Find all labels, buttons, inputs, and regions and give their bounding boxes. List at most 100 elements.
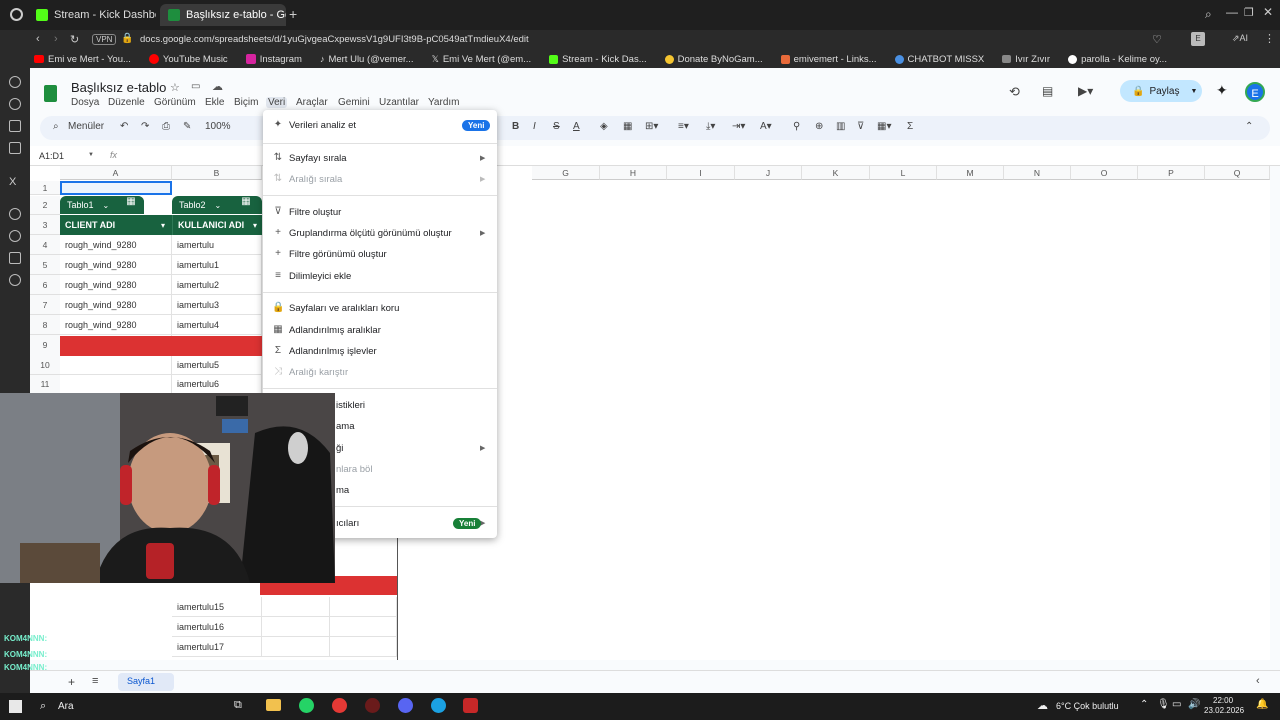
row-header[interactable]: 9 [30,335,60,356]
fill-color-icon[interactable]: ◈ [600,121,608,132]
sidebar-history-icon[interactable] [9,98,21,110]
vpn-badge[interactable]: VPN [92,34,117,45]
insert-comment-icon[interactable]: ⊕ [815,121,823,132]
menu-yardim[interactable]: Yardım [428,97,460,108]
merge-cells-icon[interactable]: ⊞▾ [645,121,658,132]
row-header[interactable]: 11 [30,375,60,394]
column-header-p[interactable]: P [1138,166,1205,180]
functions-icon[interactable]: Σ [907,121,913,132]
sidebar-notes-icon[interactable] [9,142,21,154]
row-header[interactable]: 2 [30,196,60,215]
bookmark-item[interactable]: parolla - Kelime oy... [1068,54,1167,65]
horizontal-align-icon[interactable]: ≡▾ [678,121,689,132]
row-header[interactable]: 10 [30,355,60,375]
menu-uzantilar[interactable]: Uzantılar [379,97,419,108]
redo-icon[interactable]: ↷ [141,121,149,132]
sidebar-messenger-icon[interactable] [9,76,21,88]
gemini-sparkle-icon[interactable]: ✦ [1216,82,1228,99]
print-icon[interactable]: ⎙ [162,121,170,132]
menu-dosya[interactable]: Dosya [71,97,99,108]
volume-icon[interactable]: 🔊 [1188,699,1200,710]
search-icon[interactable]: ⌕ [40,700,46,713]
cell-c[interactable] [262,597,330,617]
cell-c[interactable] [262,637,330,657]
filter-views-icon[interactable]: ▦▾ [877,121,891,132]
bookmark-item[interactable]: YouTube Music [148,54,228,65]
menu-duzenle[interactable]: Düzenle [108,97,145,108]
minimize-button[interactable]: — [1226,5,1238,19]
search-tabs-icon[interactable]: ⌕ [1205,7,1212,22]
taskbar-search-box[interactable]: Ara [58,701,74,712]
cell-c[interactable] [262,617,330,637]
browser-logo-icon[interactable] [10,8,23,21]
history-icon[interactable]: ⟲ [1009,84,1020,100]
strikethrough-icon[interactable]: S [553,121,560,132]
sidebar-clock-icon[interactable] [9,230,21,242]
menu-bicim[interactable]: Biçim [234,97,258,108]
selected-range[interactable] [60,181,172,195]
text-wrap-icon[interactable]: ⇥▾ [732,121,745,132]
search-icon[interactable]: ⌕ [53,121,59,132]
paint-format-icon[interactable]: ✎ [183,121,191,132]
cell-a[interactable] [60,355,172,375]
cell-b[interactable]: iamertulu [172,235,262,255]
vertical-align-icon[interactable]: ⤓▾ [706,121,715,132]
table1-menu-icon[interactable]: ▦ [118,196,144,214]
column-header-l[interactable]: L [870,166,937,180]
column-header-j[interactable]: J [735,166,802,180]
forward-icon[interactable]: › [54,33,58,45]
task-view-icon[interactable]: ⧉ [234,699,242,712]
bookmark-item[interactable]: Ivır Zıvır [1002,54,1050,65]
highlighted-row-9[interactable] [60,336,262,356]
table2-menu-icon[interactable]: ▦ [232,196,260,214]
sidebar-app-icon[interactable] [9,208,21,220]
maximize-button[interactable]: ❐ [1244,6,1254,19]
cell-d[interactable] [330,637,397,657]
avatar[interactable]: E [1245,82,1265,102]
cell-b[interactable]: iamertulu2 [172,275,262,295]
row-header[interactable]: 5 [30,255,60,275]
bookmark-item[interactable]: Instagram [245,54,302,65]
new-tab-button[interactable]: + [289,6,297,22]
sidebar-x-icon[interactable]: X [9,176,21,188]
column-header-g[interactable]: G [532,166,600,180]
browser-menu-icon[interactable]: ⋮ [1264,32,1275,45]
cell-a[interactable]: rough_wind_9280 [60,275,172,295]
cell-b[interactable]: iamertulu4 [172,315,262,335]
row-header[interactable]: 1 [30,181,60,195]
row-header[interactable]: 4 [30,235,60,255]
meet-icon[interactable]: ▶▾ [1078,84,1093,98]
sidebar-settings-icon[interactable] [9,274,21,286]
chevron-down-icon[interactable]: ▼ [88,152,94,158]
whatsapp-icon[interactable] [299,698,314,713]
star-icon[interactable]: ☆ [170,81,180,94]
app-icon[interactable] [332,698,347,713]
weather-icon[interactable]: ☁ [1037,699,1048,712]
sheets-logo-icon[interactable] [44,85,57,102]
explore-icon[interactable]: ‹ [1256,675,1260,687]
comments-icon[interactable]: ▤ [1042,84,1053,98]
cell-a[interactable]: rough_wind_9280 [60,315,172,335]
row-header[interactable]: 7 [30,295,60,315]
cell-d[interactable] [330,597,397,617]
text-rotation-icon[interactable]: A▾ [760,121,772,132]
bookmark-item[interactable]: Donate ByNoGam... [664,54,763,65]
document-title[interactable]: Başlıksız e-tablo [71,80,166,95]
insert-chart-icon[interactable]: ▥ [836,121,845,132]
column-header-i[interactable]: I [667,166,735,180]
row-header[interactable]: 6 [30,275,60,295]
cell-a[interactable]: rough_wind_9280 [60,255,172,275]
name-box[interactable]: A1:D1 [39,151,64,161]
cell-a[interactable] [60,375,172,394]
profile-icon[interactable]: E [1191,32,1205,46]
menu-gorunum[interactable]: Görünüm [154,97,196,108]
weather-text[interactable]: 6°C Çok bulutlu [1056,701,1119,711]
column-header-k[interactable]: K [802,166,870,180]
sidebar-plugin-icon[interactable] [9,252,21,264]
table2-column-header[interactable]: KULLANICI ADI ▾ [172,215,262,235]
bookmark-item[interactable]: emivemert - Links... [780,54,877,65]
bookmark-item[interactable]: ♪ Mert Ulu (@vemer... [320,54,414,65]
network-icon[interactable]: ▭ [1172,699,1181,710]
app-icon[interactable] [463,698,478,713]
url-field[interactable]: docs.google.com/spreadsheets/d/1yuGjvgea… [140,34,529,45]
